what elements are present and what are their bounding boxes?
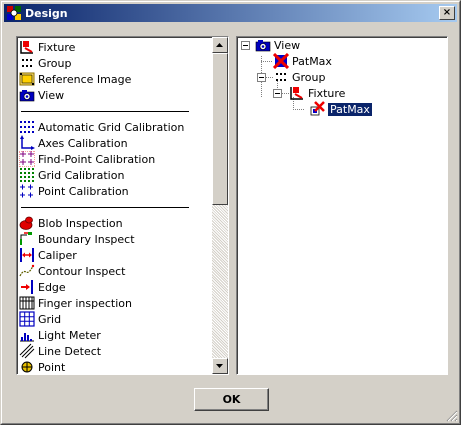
scroll-down-button[interactable] bbox=[212, 358, 228, 374]
tool-item-label: Automatic Grid Calibration bbox=[38, 120, 185, 134]
scroll-thumb[interactable] bbox=[212, 53, 228, 205]
view-camera-icon bbox=[255, 40, 271, 52]
tool-item-line-detect[interactable]: Line Detect bbox=[19, 343, 211, 359]
resize-grip-icon[interactable] bbox=[446, 410, 458, 422]
fixture-icon bbox=[290, 87, 303, 100]
grid-icon bbox=[19, 311, 35, 327]
tool-item-label: Line Detect bbox=[38, 344, 102, 358]
tool-item-automatic-grid-calibration[interactable]: Automatic Grid Calibration bbox=[19, 119, 211, 135]
dot-grid-green-icon bbox=[20, 168, 34, 182]
expand-collapse-view[interactable] bbox=[241, 41, 250, 50]
close-icon: × bbox=[442, 7, 452, 18]
group-icon bbox=[22, 59, 32, 67]
tree-node-patmax-child[interactable]: PatMax bbox=[309, 101, 373, 117]
tree-label-view: View bbox=[274, 38, 301, 52]
tool-item-find-point-calibration[interactable]: Find-Point Calibration bbox=[19, 151, 211, 167]
separator-line bbox=[21, 207, 189, 208]
tool-item-group[interactable]: Group bbox=[19, 55, 211, 71]
app-icon bbox=[7, 6, 21, 20]
edge-icon bbox=[21, 280, 33, 294]
tool-item-label: Reference Image bbox=[38, 72, 132, 86]
caliper-icon bbox=[20, 248, 34, 262]
tree-node-patmax[interactable]: PatMax bbox=[273, 53, 332, 69]
tree-label-patmax-selected: PatMax bbox=[327, 101, 373, 117]
find-point-icon bbox=[19, 151, 35, 167]
tool-item-view[interactable]: View bbox=[19, 87, 211, 103]
view-camera-icon bbox=[19, 90, 35, 102]
close-button[interactable]: × bbox=[439, 6, 455, 20]
patmax-icon bbox=[310, 101, 325, 116]
tool-item-label: Boundary Inspect bbox=[38, 232, 135, 246]
tool-item-label: Contour Inspect bbox=[38, 264, 126, 278]
group-icon bbox=[276, 73, 286, 81]
tool-item-label: Caliper bbox=[38, 248, 77, 262]
title-bar[interactable]: Design × bbox=[4, 4, 457, 22]
tree-label-fixture: Fixture bbox=[308, 86, 346, 100]
tool-item-edge[interactable]: Edge bbox=[19, 279, 211, 295]
tool-item-boundary-inspect[interactable]: Boundary Inspect bbox=[19, 231, 211, 247]
dot-grid-blue-icon bbox=[20, 121, 34, 133]
tree-label-patmax: PatMax bbox=[292, 54, 332, 68]
tool-item-label: Find-Point Calibration bbox=[38, 152, 156, 166]
window-title: Design bbox=[25, 6, 68, 20]
tool-item-point[interactable]: Point bbox=[19, 359, 211, 374]
tool-list: Fixture Group Reference Image View Automatic… bbox=[19, 39, 211, 374]
tool-item-label: Finger inspection bbox=[38, 296, 132, 310]
tool-item-blob-inspection[interactable]: Blob Inspection bbox=[19, 215, 211, 231]
fixture-icon bbox=[20, 41, 33, 54]
vertical-scrollbar[interactable] bbox=[212, 37, 228, 374]
tool-item-label: Axes Calibration bbox=[38, 136, 128, 150]
tool-item-label: Grid bbox=[38, 312, 62, 326]
finger-icon bbox=[19, 296, 35, 310]
point-icon bbox=[21, 361, 33, 373]
tree-connector bbox=[293, 109, 305, 110]
tree-node-view[interactable]: View bbox=[255, 37, 300, 53]
patmax-icon bbox=[273, 53, 289, 69]
expand-collapse-fixture[interactable] bbox=[273, 89, 282, 98]
separator-line bbox=[21, 111, 189, 112]
reference-image-icon bbox=[19, 72, 35, 86]
tool-item-label: Blob Inspection bbox=[38, 216, 123, 230]
expand-collapse-group[interactable] bbox=[257, 73, 266, 82]
down-arrow-icon bbox=[216, 363, 223, 368]
line-detect-icon bbox=[19, 343, 35, 359]
design-dialog: Design × Fixture Group Reference Image View… bbox=[0, 0, 461, 425]
contour-icon bbox=[19, 264, 35, 277]
tool-item-label: View bbox=[38, 88, 65, 102]
tool-item-label: Light Meter bbox=[38, 328, 101, 342]
ok-button[interactable]: OK bbox=[194, 388, 269, 411]
tool-item-label: Fixture bbox=[38, 40, 76, 54]
design-tree[interactable]: View PatMax Group Fixture PatMax bbox=[236, 36, 448, 375]
tool-item-label: Grid Calibration bbox=[38, 168, 125, 182]
tool-item-label: Point Calibration bbox=[38, 184, 129, 198]
light-meter-icon bbox=[20, 333, 34, 342]
tool-item-label: Point bbox=[38, 360, 66, 374]
tool-item-fixture[interactable]: Fixture bbox=[19, 39, 211, 55]
point-cross-icon bbox=[20, 184, 33, 198]
tool-item-reference-image[interactable]: Reference Image bbox=[19, 71, 211, 87]
tree-label-group: Group bbox=[292, 70, 326, 84]
tool-item-grid[interactable]: Grid bbox=[19, 311, 211, 327]
tool-item-point-calibration[interactable]: Point Calibration bbox=[19, 183, 211, 199]
list-separator bbox=[19, 103, 211, 119]
tool-item-grid-calibration[interactable]: Grid Calibration bbox=[19, 167, 211, 183]
tool-item-caliper[interactable]: Caliper bbox=[19, 247, 211, 263]
tool-item-label: Edge bbox=[38, 280, 66, 294]
tool-listbox[interactable]: Fixture Group Reference Image View Automatic… bbox=[16, 36, 229, 375]
axes-icon bbox=[20, 135, 35, 150]
boundary-icon bbox=[20, 232, 32, 245]
scroll-up-button[interactable] bbox=[212, 37, 228, 53]
blob-icon bbox=[19, 216, 33, 230]
list-separator bbox=[19, 199, 211, 215]
tree-connector bbox=[261, 61, 273, 62]
tool-item-label: Group bbox=[38, 56, 72, 70]
tree-node-group[interactable]: Group bbox=[273, 69, 326, 85]
tool-item-contour-inspect[interactable]: Contour Inspect bbox=[19, 263, 211, 279]
tool-item-light-meter[interactable]: Light Meter bbox=[19, 327, 211, 343]
tool-item-finger-inspection[interactable]: Finger inspection bbox=[19, 295, 211, 311]
up-arrow-icon bbox=[216, 42, 223, 47]
tool-item-axes-calibration[interactable]: Axes Calibration bbox=[19, 135, 211, 151]
tree-node-fixture[interactable]: Fixture bbox=[289, 85, 345, 101]
